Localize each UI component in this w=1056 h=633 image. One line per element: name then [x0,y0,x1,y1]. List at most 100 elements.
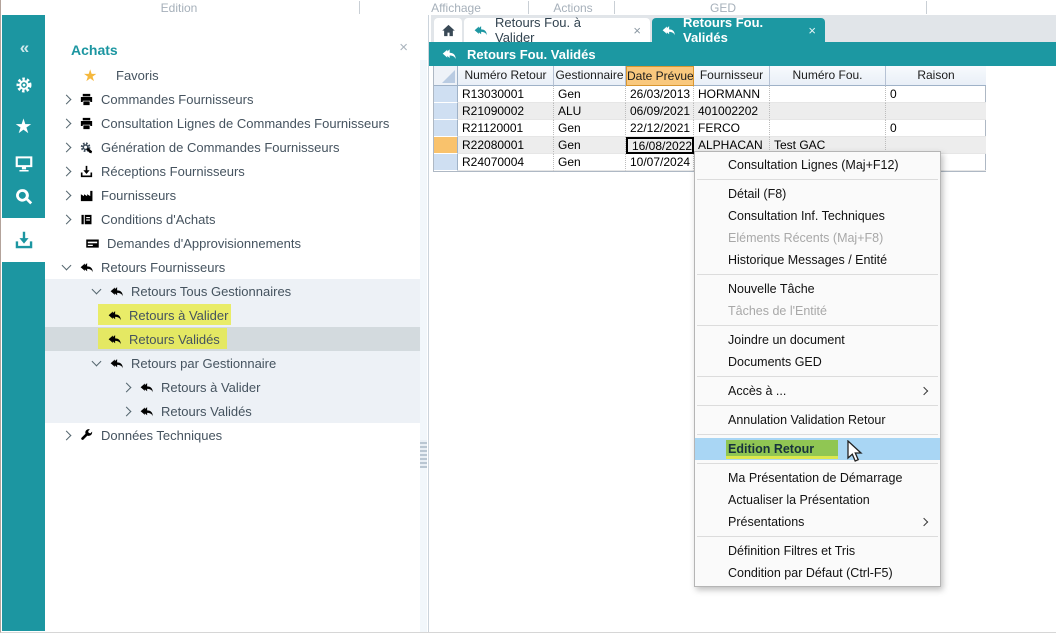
chevron-down-icon[interactable] [62,260,72,270]
settings-button[interactable] [2,70,45,100]
search-icon [14,187,34,207]
menu-item-actualiser-presentation[interactable]: Actualiser la Présentation [695,489,940,511]
tab-retours-fou-a-valider[interactable]: Retours Fou. à Valider × [464,18,650,42]
cell[interactable] [770,103,886,120]
chevron-right-icon[interactable] [62,118,72,128]
chevron-down-icon[interactable] [92,284,102,294]
menu-item-joindre-document[interactable]: Joindre un document [695,329,940,351]
tab-retours-fou-valides-active[interactable]: Retours Fou. Validés × [652,18,825,42]
menu-item-ma-presentation-demarrage[interactable]: Ma Présentation de Démarrage [695,467,940,489]
nav-item-donnees-techniques[interactable]: Données Techniques [45,423,420,447]
row-selector[interactable] [434,103,458,120]
cell[interactable]: 06/09/2021 [626,103,694,120]
nav-item-retours-a-valider-par[interactable]: Retours à Valider [45,375,420,399]
cell[interactable] [770,120,886,137]
nav-item-fournisseurs[interactable]: Fournisseurs [45,183,420,207]
menu-item-presentations[interactable]: Présentations [695,511,940,533]
cell[interactable]: Gen [554,86,626,103]
chevron-right-icon[interactable] [62,166,72,176]
table-row[interactable]: R21120001 Gen 22/12/2021 FERCO 0 [434,120,985,137]
menu-item-edition-retour-hovered[interactable]: Edition Retour [695,438,940,460]
cell[interactable]: 0 [886,86,986,103]
column-header[interactable]: Numéro Retour [458,66,554,86]
column-header-sorted[interactable]: Date Prévue [626,66,694,86]
chevron-right-icon[interactable] [62,190,72,200]
nav-item-retours-a-valider-tous[interactable]: Retours à Valider [45,303,420,327]
search-button[interactable] [2,182,45,212]
menu-separator [697,325,938,326]
cell[interactable]: Gen [554,120,626,137]
chevron-down-icon[interactable] [92,356,102,366]
cell[interactable]: 401002202 [694,103,770,120]
cell[interactable]: 10/07/2024 [626,154,694,171]
nav-item-commandes-fournisseurs[interactable]: Commandes Fournisseurs [45,87,420,111]
tab-home[interactable] [434,18,462,42]
table-row[interactable]: R13030001 Gen 26/03/2013 HORMANN 0 [434,86,985,103]
row-selector[interactable] [434,154,458,171]
nav-item-retours-fournisseurs[interactable]: Retours Fournisseurs [45,255,420,279]
menu-item-nouvelle-tache[interactable]: Nouvelle Tâche [695,278,940,300]
menu-item-acces-a[interactable]: Accès à ... [695,380,940,402]
column-header[interactable]: Numéro Fou. [770,66,886,86]
cell[interactable] [770,86,886,103]
menu-item-consultation-inf-techniques[interactable]: Consultation Inf. Techniques [695,205,940,227]
cell[interactable]: FERCO [694,120,770,137]
chevron-right-icon[interactable] [62,430,72,440]
cell[interactable]: Gen [554,137,626,154]
cell[interactable]: Gen [554,154,626,171]
row-selector-active[interactable] [434,137,458,154]
collapse-sidebar-button[interactable]: « [2,33,45,63]
receptions-module-button-active[interactable] [2,218,45,262]
tab-close-button[interactable]: × [808,23,816,38]
cell[interactable] [886,103,986,120]
cell[interactable]: R13030001 [458,86,554,103]
nav-item-consultation-lignes[interactable]: Consultation Lignes de Commandes Fournis… [45,111,420,135]
menu-item-consultation-lignes[interactable]: Consultation Lignes (Maj+F12) [695,154,940,176]
chevron-right-icon[interactable] [62,94,72,104]
nav-item-retours-par-gestionnaire[interactable]: Retours par Gestionnaire [45,351,420,375]
favorites-button[interactable]: ★ [2,112,45,142]
cell[interactable]: 0 [886,120,986,137]
nav-item-favoris[interactable]: ★ Favoris [45,63,420,87]
column-header[interactable]: Fournisseur [694,66,770,86]
row-selector[interactable] [434,120,458,137]
nav-item-demandes-approvisionnements[interactable]: Demandes d'Approvisionnements [45,231,420,255]
select-all-corner[interactable] [434,66,458,86]
cell[interactable]: R21090002 [458,103,554,120]
menu-item-documents-ged[interactable]: Documents GED [695,351,940,373]
cell[interactable]: ALU [554,103,626,120]
cell[interactable]: 26/03/2013 [626,86,694,103]
menu-item-condition-par-defaut[interactable]: Condition par Défaut (Ctrl-F5) [695,562,940,584]
cell[interactable]: R24070004 [458,154,554,171]
nav-item-receptions-fournisseurs[interactable]: Réceptions Fournisseurs [45,159,420,183]
column-header[interactable]: Raison [886,66,986,86]
menu-item-historique-messages[interactable]: Historique Messages / Entité [695,249,940,271]
ribbon-group-ged: GED [710,1,736,15]
column-header[interactable]: Gestionnaire [554,66,626,86]
nav-item-retours-valides-tous-selected[interactable]: Retours Validés [45,327,420,351]
menu-item-annulation-validation-retour[interactable]: Annulation Validation Retour [695,409,940,431]
chevron-right-icon[interactable] [122,406,132,416]
chevron-right-icon[interactable] [62,142,72,152]
desktop-button[interactable] [2,148,45,178]
cell-selected[interactable]: 16/08/2022 [626,137,694,154]
menu-item-detail[interactable]: Détail (F8) [695,183,940,205]
menu-item-definition-filtres-tris[interactable]: Définition Filtres et Tris [695,540,940,562]
cell[interactable]: R22080001 [458,137,554,154]
nav-scrollbar-thumb[interactable] [420,440,427,468]
cell[interactable]: R21120001 [458,120,554,137]
tab-close-button[interactable]: × [633,23,641,38]
nav-item-retours-tous-gestionnaires[interactable]: Retours Tous Gestionnaires [45,279,420,303]
nav-item-conditions-achats[interactable]: Conditions d'Achats [45,207,420,231]
nav-item-generation-commandes[interactable]: Génération de Commandes Fournisseurs [45,135,420,159]
cell[interactable]: HORMANN [694,86,770,103]
chevron-right-icon[interactable] [62,214,72,224]
cell[interactable]: 22/12/2021 [626,120,694,137]
nav-item-retours-valides-par[interactable]: Retours Validés [45,399,420,423]
ribbon-separator [359,1,360,14]
row-selector[interactable] [434,86,458,103]
table-row[interactable]: R21090002 ALU 06/09/2021 401002202 [434,103,985,120]
chevron-right-icon[interactable] [122,382,132,392]
nav-close-button[interactable]: × [399,39,408,56]
nav-scrollbar[interactable] [420,60,427,632]
